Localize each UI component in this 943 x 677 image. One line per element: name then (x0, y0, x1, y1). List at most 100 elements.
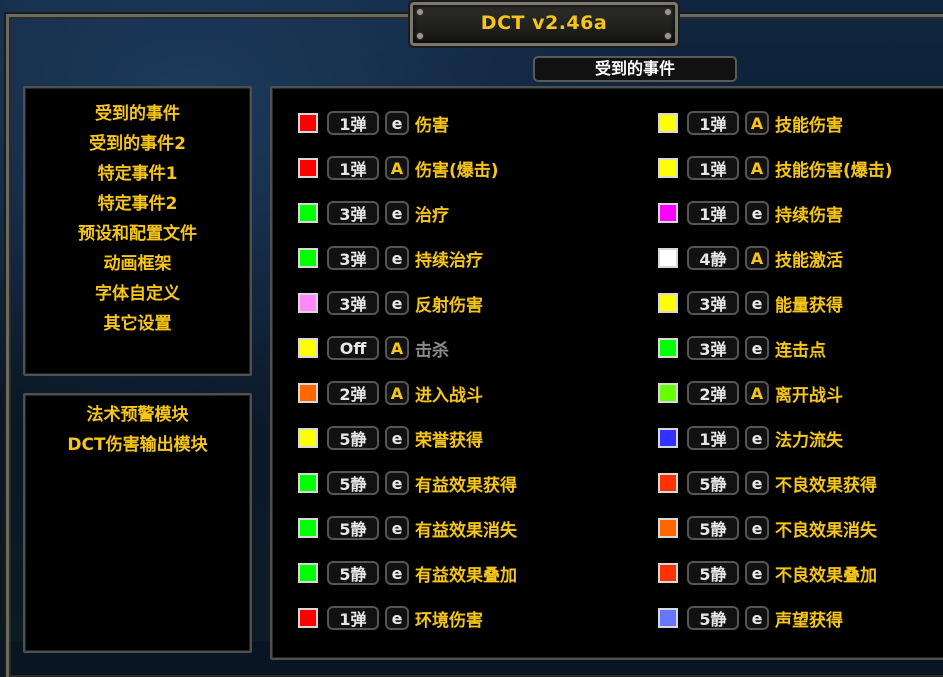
event-label: 进入战斗 (415, 385, 483, 406)
color-swatch[interactable] (658, 428, 678, 448)
event-label: 有益效果叠加 (415, 565, 517, 586)
event-label: 不良效果获得 (775, 475, 877, 496)
color-swatch[interactable] (298, 428, 318, 448)
menu-item[interactable]: 字体自定义 (25, 279, 250, 309)
color-swatch[interactable] (658, 383, 678, 403)
display-mode-button[interactable]: 3弹 (327, 246, 379, 270)
flag-toggle-button[interactable]: e (385, 246, 409, 270)
event-settings-panel: 1弹 e 伤害 1弹 A 伤害(爆击) 3弹 e 治疗 3弹 e 持续治疗 3弹 e 反射伤害 Off A 击杀 2… (270, 86, 943, 660)
display-mode-button[interactable]: 1弹 (687, 426, 739, 450)
display-mode-button[interactable]: 5静 (327, 516, 379, 540)
event-row: 1弹 A 技能伤害 (658, 109, 843, 137)
color-swatch[interactable] (298, 158, 318, 178)
event-label: 有益效果获得 (415, 475, 517, 496)
color-swatch[interactable] (298, 518, 318, 538)
module-menu: 法术预警模块 DCT伤害输出模块 (25, 400, 250, 460)
color-swatch[interactable] (658, 203, 678, 223)
event-label: 技能伤害(爆击) (775, 160, 893, 181)
display-mode-button[interactable]: 1弹 (687, 201, 739, 225)
display-mode-button[interactable]: 3弹 (687, 291, 739, 315)
color-swatch[interactable] (658, 158, 678, 178)
flag-toggle-button[interactable]: e (745, 516, 769, 540)
display-mode-button[interactable]: 3弹 (327, 291, 379, 315)
color-swatch[interactable] (298, 293, 318, 313)
module-item[interactable]: 法术预警模块 (25, 400, 250, 430)
flag-toggle-button[interactable]: e (745, 561, 769, 585)
menu-item[interactable]: 受到的事件2 (25, 129, 250, 159)
flag-toggle-button[interactable]: A (385, 336, 409, 360)
flag-toggle-button[interactable]: e (745, 291, 769, 315)
event-label: 治疗 (415, 205, 449, 226)
flag-toggle-button[interactable]: e (385, 516, 409, 540)
display-mode-button[interactable]: 5静 (687, 516, 739, 540)
display-mode-button[interactable]: 1弹 (327, 111, 379, 135)
color-swatch[interactable] (298, 113, 318, 133)
event-label: 能量获得 (775, 295, 843, 316)
flag-toggle-button[interactable]: e (385, 606, 409, 630)
event-label: 有益效果消失 (415, 520, 517, 541)
display-mode-button[interactable]: 5静 (327, 471, 379, 495)
flag-toggle-button[interactable]: e (745, 201, 769, 225)
menu-item[interactable]: 特定事件2 (25, 189, 250, 219)
event-row: 1弹 e 环境伤害 (298, 604, 483, 632)
display-mode-button[interactable]: 5静 (327, 561, 379, 585)
color-swatch[interactable] (658, 338, 678, 358)
menu-item[interactable]: 受到的事件 (25, 99, 250, 129)
event-row: 5静 e 不良效果获得 (658, 469, 877, 497)
color-swatch[interactable] (298, 563, 318, 583)
color-swatch[interactable] (298, 383, 318, 403)
event-row: 3弹 e 能量获得 (658, 289, 843, 317)
display-mode-button[interactable]: 4静 (687, 246, 739, 270)
color-swatch[interactable] (658, 563, 678, 583)
flag-toggle-button[interactable]: e (745, 471, 769, 495)
flag-toggle-button[interactable]: e (385, 561, 409, 585)
flag-toggle-button[interactable]: e (385, 471, 409, 495)
flag-toggle-button[interactable]: e (385, 201, 409, 225)
display-mode-button[interactable]: 5静 (687, 471, 739, 495)
display-mode-button[interactable]: 5静 (687, 606, 739, 630)
flag-toggle-button[interactable]: e (745, 606, 769, 630)
module-item[interactable]: DCT伤害输出模块 (25, 430, 250, 460)
display-mode-button[interactable]: 5静 (687, 561, 739, 585)
flag-toggle-button[interactable]: e (385, 426, 409, 450)
display-mode-button[interactable]: 1弹 (327, 606, 379, 630)
menu-item[interactable]: 预设和配置文件 (25, 219, 250, 249)
event-row: 2弹 A 离开战斗 (658, 379, 843, 407)
display-mode-button[interactable]: 3弹 (687, 336, 739, 360)
menu-item[interactable]: 特定事件1 (25, 159, 250, 189)
color-swatch[interactable] (298, 608, 318, 628)
color-swatch[interactable] (298, 248, 318, 268)
event-row: 4静 A 技能激活 (658, 244, 843, 272)
flag-toggle-button[interactable]: A (745, 381, 769, 405)
flag-toggle-button[interactable]: A (385, 381, 409, 405)
display-mode-button[interactable]: 2弹 (327, 381, 379, 405)
flag-toggle-button[interactable]: A (745, 246, 769, 270)
flag-toggle-button[interactable]: A (745, 111, 769, 135)
color-swatch[interactable] (658, 608, 678, 628)
display-mode-button[interactable]: 5静 (327, 426, 379, 450)
color-swatch[interactable] (658, 473, 678, 493)
display-mode-button[interactable]: 1弹 (687, 111, 739, 135)
color-swatch[interactable] (298, 338, 318, 358)
display-mode-button[interactable]: 1弹 (327, 156, 379, 180)
flag-toggle-button[interactable]: A (745, 156, 769, 180)
color-swatch[interactable] (658, 293, 678, 313)
flag-toggle-button[interactable]: e (385, 291, 409, 315)
flag-toggle-button[interactable]: e (745, 336, 769, 360)
flag-toggle-button[interactable]: e (385, 111, 409, 135)
display-mode-button[interactable]: Off (327, 336, 379, 360)
event-row: 1弹 e 持续伤害 (658, 199, 843, 227)
display-mode-button[interactable]: 1弹 (687, 156, 739, 180)
color-swatch[interactable] (298, 473, 318, 493)
menu-item[interactable]: 其它设置 (25, 309, 250, 339)
display-mode-button[interactable]: 2弹 (687, 381, 739, 405)
color-swatch[interactable] (658, 113, 678, 133)
color-swatch[interactable] (298, 203, 318, 223)
display-mode-button[interactable]: 3弹 (327, 201, 379, 225)
color-swatch[interactable] (658, 248, 678, 268)
flag-toggle-button[interactable]: A (385, 156, 409, 180)
color-swatch[interactable] (658, 518, 678, 538)
flag-toggle-button[interactable]: e (745, 426, 769, 450)
menu-item[interactable]: 动画框架 (25, 249, 250, 279)
event-row: 5静 e 声望获得 (658, 604, 843, 632)
